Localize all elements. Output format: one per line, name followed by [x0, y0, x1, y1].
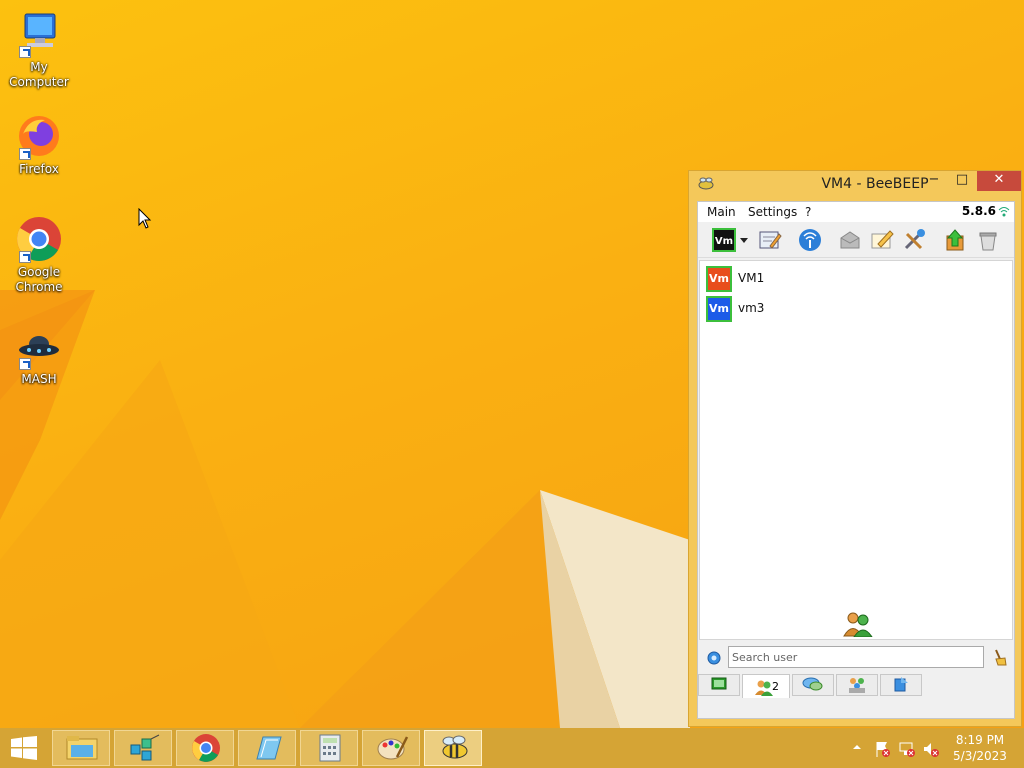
menu-main[interactable]: Main: [707, 205, 736, 219]
taskbar-network-app[interactable]: [114, 730, 172, 766]
tab-files[interactable]: [880, 674, 922, 696]
envelope-icon[interactable]: [838, 228, 862, 252]
gear-icon[interactable]: [706, 650, 722, 669]
volume-muted-icon[interactable]: [922, 740, 940, 768]
user-list-item[interactable]: Vm VM1: [706, 266, 1006, 292]
desktop-icon-label: Google Chrome: [15, 265, 63, 294]
group-icon: [849, 678, 865, 693]
version-label: 5.8.6: [961, 204, 996, 218]
my-status-button[interactable]: Vm: [712, 228, 736, 252]
tab-groups[interactable]: [836, 674, 878, 696]
desktop-icon-firefox[interactable]: Firefox: [1, 112, 77, 177]
group-users-icon: [842, 611, 874, 640]
maximize-button[interactable]: □: [949, 171, 975, 191]
notepad-icon: [256, 736, 282, 760]
window-client-area: Main Settings ? 5.8.6 Vm Vm VM1 Vm vm3 S…: [697, 201, 1015, 719]
show-hidden-icons[interactable]: [850, 740, 864, 768]
write-message-button[interactable]: [870, 228, 894, 252]
search-user-input[interactable]: [728, 646, 984, 668]
user-avatar: Vm: [706, 296, 732, 322]
tab-main[interactable]: [698, 674, 740, 696]
taskbar-paint[interactable]: [362, 730, 420, 766]
user-list-item[interactable]: Vm vm3: [706, 296, 1006, 322]
computer-icon: [15, 10, 63, 58]
desktop-icon-label: My Computer: [9, 60, 69, 89]
taskbar-clock[interactable]: 8:19 PM 5/3/2023: [950, 732, 1010, 764]
clock-date: 5/3/2023: [953, 749, 1007, 763]
taskbar: 8:19 PM 5/3/2023: [0, 728, 1024, 768]
minimize-button[interactable]: −: [921, 171, 947, 191]
desktop-icon-mash[interactable]: MASH: [1, 322, 77, 387]
calculator-icon: [319, 734, 341, 762]
chevron-down-icon[interactable]: [738, 228, 750, 252]
menu-help[interactable]: ?: [805, 205, 811, 219]
chat-bubble-icon: [802, 677, 823, 691]
taskbar-beebeep[interactable]: [424, 730, 482, 766]
edit-profile-button[interactable]: [758, 228, 782, 252]
clock-time: 8:19 PM: [955, 733, 1005, 747]
close-button[interactable]: ✕: [977, 171, 1021, 191]
wifi-icon: [998, 205, 1010, 220]
folder-icon: [66, 736, 98, 760]
bee-icon: [442, 735, 468, 759]
search-row: [698, 644, 1014, 672]
desktop-icon-label: MASH: [21, 372, 57, 386]
menu-bar: Main Settings ? 5.8.6: [698, 202, 1014, 222]
desktop-icon-label: Firefox: [19, 162, 59, 176]
toolbar: Vm: [698, 222, 1014, 258]
user-name: vm3: [738, 301, 765, 315]
clear-broom-icon[interactable]: [990, 648, 1008, 669]
network-tray-icon[interactable]: [898, 740, 916, 768]
chrome-icon: [15, 215, 63, 263]
user-name: VM1: [738, 271, 765, 285]
tab-users[interactable]: 2: [742, 674, 790, 698]
tools-icon[interactable]: [903, 228, 927, 252]
firefox-icon: [15, 112, 63, 160]
action-center-flag-icon[interactable]: [874, 740, 892, 768]
ufo-icon: [15, 322, 63, 370]
beebeep-window[interactable]: VM4 - BeeBEEP − □ ✕ Main Settings ? 5.8.…: [688, 170, 1022, 727]
paint-palette-icon: [377, 736, 409, 760]
taskbar-chrome[interactable]: [176, 730, 234, 766]
taskbar-calculator[interactable]: [300, 730, 358, 766]
network-connect-button[interactable]: [798, 228, 822, 252]
desktop-icon-google-chrome[interactable]: Google Chrome: [1, 215, 77, 295]
monitor-icon: [711, 677, 727, 690]
desktop-icon-my-computer[interactable]: My Computer: [1, 10, 77, 90]
chrome-icon: [192, 734, 220, 762]
file-transfer-icon: [894, 677, 908, 692]
bottom-tabs: 2: [698, 674, 1014, 698]
network-nodes-icon: [130, 734, 160, 761]
update-icon[interactable]: [943, 228, 967, 252]
taskbar-file-explorer[interactable]: [52, 730, 110, 766]
svg-text:Vm: Vm: [715, 236, 733, 247]
menu-settings[interactable]: Settings: [748, 205, 797, 219]
user-list: Vm VM1 Vm vm3: [699, 260, 1013, 640]
mouse-cursor-icon: [138, 207, 152, 233]
taskbar-notepad[interactable]: [238, 730, 296, 766]
title-bar[interactable]: VM4 - BeeBEEP − □ ✕: [689, 171, 1021, 197]
user-avatar: Vm: [706, 266, 732, 292]
users-count: 2: [772, 680, 779, 693]
tab-chats[interactable]: [792, 674, 834, 696]
chevron-up-icon: [853, 745, 861, 749]
trash-icon[interactable]: [976, 228, 1000, 252]
windows-start-icon[interactable]: [10, 736, 38, 763]
